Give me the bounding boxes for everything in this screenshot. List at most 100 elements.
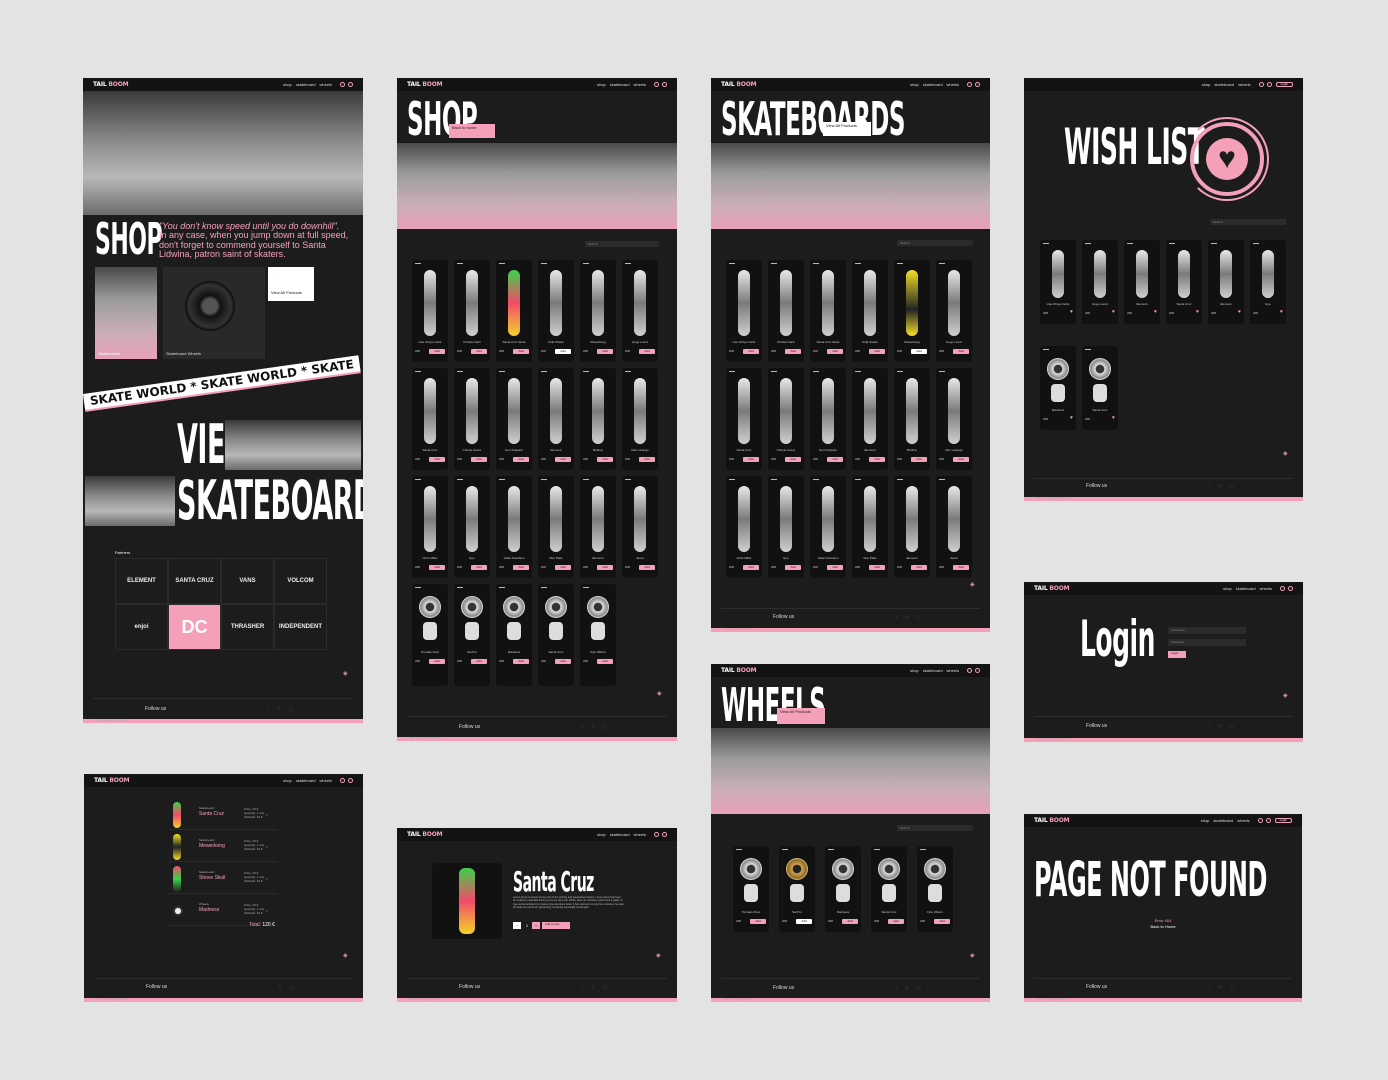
add-to-cart-button[interactable]: Add: [597, 565, 613, 570]
product-card[interactable]: Christa Oanh 20€ Add: [768, 260, 804, 362]
product-card[interactable]: Star Plate 20€ Add: [538, 476, 574, 578]
add-to-cart-button[interactable]: Add: [513, 457, 529, 462]
nav-wheels-link[interactable]: wheels: [320, 82, 332, 87]
product-card[interactable]: Lisa Ichiya Curtis 20€ ♥: [1040, 240, 1076, 324]
cart-icon[interactable]: [1266, 82, 1272, 87]
add-to-cart-button[interactable]: Add: [471, 659, 487, 664]
product-card[interactable]: Sal Pro 20€ Add: [779, 846, 815, 932]
nav-wheels-link[interactable]: wheels: [947, 668, 959, 673]
add-to-cart-button[interactable]: Add: [888, 919, 904, 924]
add-to-cart-button[interactable]: Add: [743, 565, 759, 570]
product-card[interactable]: Hugo Leord 20€ Add: [936, 260, 972, 362]
nav-skateboard-link[interactable]: skateboard: [296, 82, 316, 87]
qty-value[interactable]: 1: [523, 922, 531, 929]
add-to-cart-button[interactable]: Add: [429, 457, 445, 462]
add-to-cart-button[interactable]: Add: [513, 659, 529, 664]
add-to-cart-button[interactable]: Add: [842, 919, 858, 924]
product-card[interactable]: Chris Miller 20€ Add: [412, 476, 448, 578]
product-card[interactable]: Madness 20€ Add: [496, 584, 532, 686]
product-card[interactable]: Madness 20€ Add: [825, 846, 861, 932]
wishlist-icon[interactable]: [340, 778, 345, 783]
scroll-top-icon[interactable]: ◈: [657, 690, 662, 697]
add-to-cart-button[interactable]: Add: [513, 565, 529, 570]
add-to-cart-button[interactable]: Add: [555, 659, 571, 664]
nav-wheels-link[interactable]: wheels: [1237, 818, 1249, 823]
product-card[interactable]: Gert Szapazo 20€ Add: [810, 368, 846, 470]
add-to-cart-button[interactable]: Add: [869, 457, 885, 462]
add-to-cart-button[interactable]: Add: [597, 349, 613, 354]
product-card[interactable]: Santa Cruz 20€ ♥: [1166, 240, 1202, 324]
product-card[interactable]: Kyle Wilson 20€ Add: [580, 584, 616, 686]
logo[interactable]: TAIL BOOM: [721, 667, 757, 674]
cart-icon[interactable]: [662, 82, 667, 87]
nav-shop-link[interactable]: shop: [597, 832, 606, 837]
login-submit-button[interactable]: Login: [1168, 651, 1186, 658]
scroll-top-icon[interactable]: ◈: [656, 952, 661, 959]
nav-skateboard-link[interactable]: skateboard: [610, 82, 630, 87]
partner-thrasher[interactable]: THRASHER: [221, 604, 274, 650]
social-icons[interactable]: f ◎ ◯: [896, 614, 921, 619]
heart-icon[interactable]: ♥: [1112, 416, 1115, 421]
add-to-cart-button[interactable]: Add: [471, 565, 487, 570]
heart-icon[interactable]: ♥: [1280, 310, 1283, 315]
add-to-cart-button[interactable]: Add: [911, 565, 927, 570]
cart-icon[interactable]: [975, 82, 980, 87]
qty-plus-button[interactable]: +: [532, 922, 540, 929]
product-card[interactable]: Star Plate 20€ Add: [852, 476, 888, 578]
product-card[interactable]: Sal Pro 20€ Add: [454, 584, 490, 686]
add-to-cart-button[interactable]: Add: [639, 565, 655, 570]
heart-icon[interactable]: ♥: [1238, 310, 1241, 315]
scroll-top-icon[interactable]: ◈: [970, 581, 975, 588]
add-to-cart-button[interactable]: Add: [785, 457, 801, 462]
add-to-cart-button[interactable]: Add: [953, 565, 969, 570]
login-button[interactable]: Login: [1275, 82, 1293, 87]
product-card[interactable]: Eye 20€ Add: [768, 476, 804, 578]
product-card[interactable]: Gert Szapazo 20€ Add: [496, 368, 532, 470]
skateboards-card[interactable]: Skateboards: [95, 267, 157, 359]
add-to-cart-button[interactable]: Add: [471, 349, 487, 354]
password-field[interactable]: Password: [1168, 639, 1246, 646]
product-card[interactable]: Santa Cruz 20€ Add: [412, 368, 448, 470]
logo[interactable]: TAIL BOOM: [1034, 585, 1070, 592]
social-icons[interactable]: f ◎ ◯: [1209, 723, 1234, 728]
logo[interactable]: TAIL BOOM: [407, 831, 443, 838]
nav-skateboard-link[interactable]: skateboard: [296, 778, 316, 783]
nav-skateboard-link[interactable]: skateboard: [1213, 818, 1233, 823]
logo[interactable]: TAIL BOOM: [721, 81, 757, 88]
scroll-top-icon[interactable]: ◈: [1283, 450, 1288, 457]
add-to-cart-button[interactable]: Add: [597, 457, 613, 462]
logo[interactable]: TAIL BOOM: [93, 81, 129, 88]
partner-vans[interactable]: VANS: [221, 558, 274, 604]
partner-independent[interactable]: INDEPENDENT: [274, 604, 327, 650]
product-card[interactable]: Santa Cruz 20€ Add: [871, 846, 907, 932]
add-to-cart-button[interactable]: Add: [953, 349, 969, 354]
nav-shop-link[interactable]: shop: [283, 82, 292, 87]
product-card[interactable]: Element 20€ ♥: [1208, 240, 1244, 324]
heart-icon[interactable]: ♥: [1070, 310, 1073, 315]
wishlist-icon[interactable]: [654, 82, 659, 87]
product-card[interactable]: Lisa Ichiya Curtis 20€ Add: [412, 260, 448, 362]
product-card[interactable]: Dan Lanarge 20€ Add: [936, 368, 972, 470]
add-to-cart-button[interactable]: Add: [429, 659, 445, 664]
add-to-cart-button[interactable]: Add: [827, 565, 843, 570]
social-icons[interactable]: f ◎ ◯: [582, 984, 607, 989]
product-card[interactable]: Dan Lanarge 20€ Add: [622, 368, 658, 470]
add-to-cart-button[interactable]: Add: [785, 565, 801, 570]
add-to-cart-button[interactable]: Add: [953, 457, 969, 462]
social-icons[interactable]: f ◎ ◯: [268, 706, 293, 711]
product-card[interactable]: Birdlow 20€ Add: [894, 368, 930, 470]
product-card[interactable]: Tornado Pear 20€ Add: [733, 846, 769, 932]
product-card[interactable]: Element 20€ Add: [852, 368, 888, 470]
cart-icon[interactable]: [348, 778, 353, 783]
heart-icon[interactable]: ♥: [1112, 310, 1115, 315]
product-card[interactable]: Kidd Straub 20€ Add: [538, 260, 574, 362]
wishlist-icon[interactable]: [1280, 586, 1285, 591]
product-card[interactable]: Element 20€ ♥: [1124, 240, 1160, 324]
add-to-cart-button[interactable]: Add to cart: [542, 922, 570, 929]
add-to-cart-button[interactable]: Add: [429, 565, 445, 570]
cart-icon[interactable]: [1288, 586, 1293, 591]
product-card[interactable]: Chunte Grace 20€ Add: [454, 368, 490, 470]
logo[interactable]: TAIL BOOM: [1034, 817, 1070, 824]
nav-shop-link[interactable]: shop: [910, 668, 919, 673]
nav-skateboard-link[interactable]: skateboard: [1214, 82, 1234, 87]
